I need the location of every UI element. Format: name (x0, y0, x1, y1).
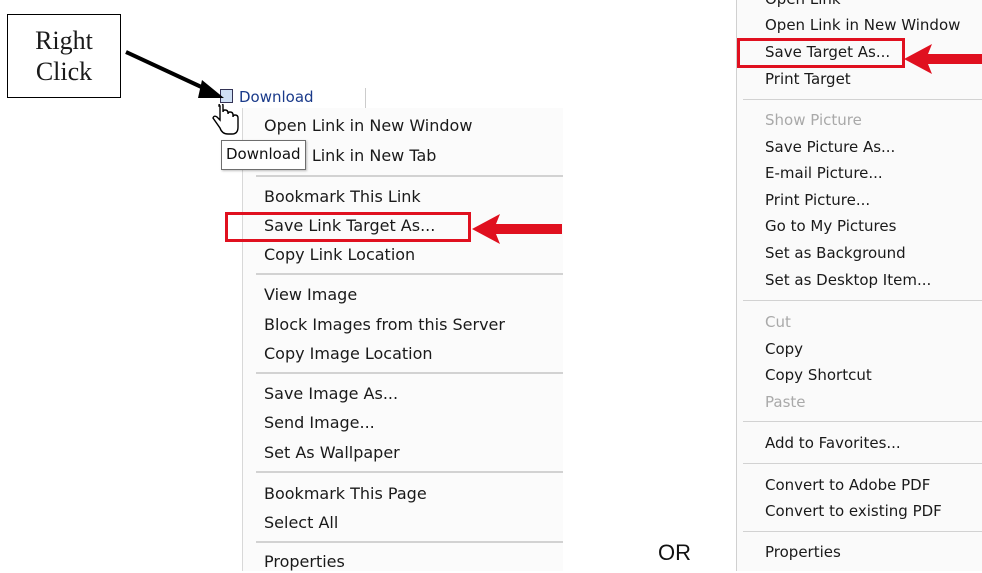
menu-separator (743, 300, 982, 301)
menu-item-properties[interactable]: Properties (264, 551, 345, 573)
highlight-save-link-target (225, 212, 471, 242)
menu-item-block-images[interactable]: Block Images from this Server (264, 314, 505, 336)
download-link-label: Download (239, 88, 314, 106)
callout-line-2: Click (35, 57, 93, 86)
menu-item-properties[interactable]: Properties (765, 541, 841, 563)
menu-item-print-target[interactable]: Print Target (765, 68, 851, 90)
menu-separator (256, 372, 563, 374)
menu-item-set-as-wallpaper[interactable]: Set As Wallpaper (264, 442, 400, 464)
menu-item-print-picture[interactable]: Print Picture... (765, 189, 870, 211)
menu-item-add-to-favorites[interactable]: Add to Favorites... (765, 432, 901, 454)
menu-item-copy-shortcut[interactable]: Copy Shortcut (765, 364, 872, 386)
ie-context-menu: Open Link Open Link in New Window Save T… (736, 0, 982, 571)
menu-item-bookmark-link[interactable]: Bookmark This Link (264, 186, 421, 208)
menu-item-open-link-new-window[interactable]: Open Link in New Window (765, 14, 960, 36)
menu-item-save-picture-as[interactable]: Save Picture As... (765, 136, 895, 158)
menu-item-bookmark-page[interactable]: Bookmark This Page (264, 483, 427, 505)
callout-line-1: Right (35, 26, 93, 55)
menu-item-open-link-new-window[interactable]: Open Link in New Window (264, 115, 472, 137)
menu-item-select-all[interactable]: Select All (264, 512, 338, 534)
menu-item-set-as-background[interactable]: Set as Background (765, 242, 906, 264)
menu-item-paste: Paste (765, 393, 806, 411)
menu-separator (743, 463, 982, 464)
menu-item-send-image[interactable]: Send Image... (264, 412, 375, 434)
hand-cursor-icon (212, 104, 239, 135)
menu-item-copy[interactable]: Copy (765, 338, 803, 360)
red-arrow-icon (472, 214, 562, 244)
menu-item-copy-image-location[interactable]: Copy Image Location (264, 343, 433, 365)
menu-separator (743, 421, 982, 422)
menu-separator (256, 471, 563, 473)
menu-item-open-link[interactable]: Open Link (765, 0, 841, 10)
menu-item-view-image[interactable]: View Image (264, 284, 357, 306)
menu-item-save-image-as[interactable]: Save Image As... (264, 383, 398, 405)
right-click-callout: Right Click (7, 14, 121, 98)
red-arrow-icon (904, 44, 982, 74)
link-tooltip: Download (221, 140, 306, 170)
download-link[interactable]: Download (220, 86, 370, 108)
menu-item-set-as-desktop-item[interactable]: Set as Desktop Item... (765, 269, 931, 291)
highlight-save-target-as (737, 38, 905, 68)
menu-separator (256, 541, 563, 543)
menu-item-go-to-my-pictures[interactable]: Go to My Pictures (765, 215, 896, 237)
or-label: OR (658, 540, 691, 565)
pointer-arrow-icon (125, 50, 224, 98)
menu-separator (256, 175, 563, 177)
firefox-context-menu: Open Link in New Window Open Link in New… (242, 108, 563, 571)
menu-item-cut: Cut (765, 313, 791, 331)
menu-item-convert-to-existing-pdf[interactable]: Convert to existing PDF (765, 500, 942, 522)
menu-item-email-picture[interactable]: E-mail Picture... (765, 162, 883, 184)
menu-separator (256, 273, 563, 275)
menu-separator (743, 531, 982, 532)
menu-item-convert-to-adobe-pdf[interactable]: Convert to Adobe PDF (765, 474, 930, 496)
menu-separator (743, 99, 982, 100)
menu-item-copy-link-location[interactable]: Copy Link Location (264, 244, 415, 266)
menu-item-show-picture: Show Picture (765, 111, 862, 129)
link-divider (365, 88, 366, 108)
